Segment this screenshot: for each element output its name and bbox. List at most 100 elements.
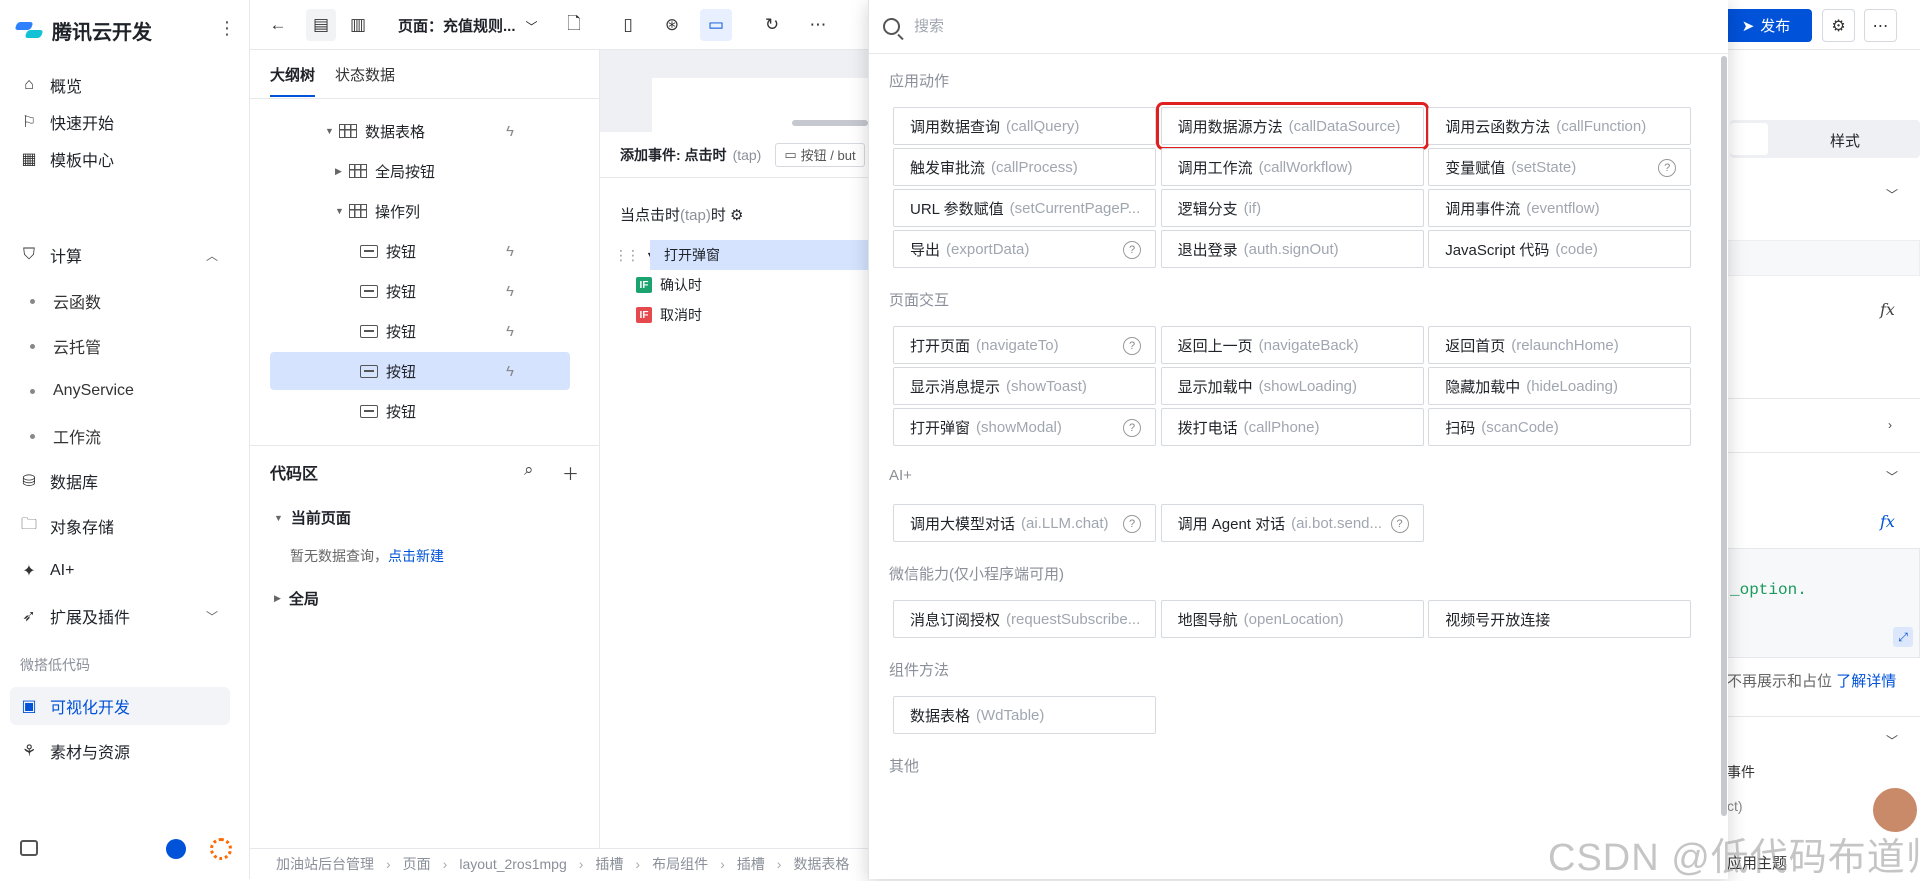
event-bolt-icon[interactable]: ϟ xyxy=(506,243,514,260)
action-option[interactable]: 退出登录 (auth.signOut) xyxy=(1160,230,1424,268)
chevron-down-icon[interactable]: ﹀ xyxy=(1886,468,1898,485)
tab-style[interactable]: 样式 xyxy=(1830,130,1860,151)
action-option[interactable]: 逻辑分支 (if) xyxy=(1160,189,1424,227)
layout-icon[interactable]: ▥ xyxy=(342,9,374,41)
action-option[interactable]: 触发审批流 (callProcess) xyxy=(893,148,1156,186)
component-chip[interactable]: ▭ 按钮 / but xyxy=(775,142,865,167)
tab-outline-tree[interactable]: 大纲树 xyxy=(270,64,316,97)
action-option[interactable]: 地图导航 (openLocation) xyxy=(1160,600,1424,638)
mobile-view-icon[interactable]: ▯ xyxy=(612,9,644,41)
action-option[interactable]: 显示消息提示 (showToast) xyxy=(893,367,1156,405)
brand[interactable]: 腾讯云开发 xyxy=(14,14,152,46)
action-option[interactable]: JavaScript 代码 (code) xyxy=(1428,230,1692,268)
collapse-sidebar-icon[interactable] xyxy=(20,840,38,856)
publish-button[interactable]: ➤ 发布 xyxy=(1720,9,1812,42)
nav-sub-functions[interactable]: 云函数 xyxy=(30,284,101,318)
help-icon[interactable]: ? xyxy=(1658,159,1677,177)
action-option[interactable]: 调用数据查询 (callQuery) xyxy=(893,107,1156,145)
add-icon[interactable]: ＋ xyxy=(562,460,579,485)
new-page-icon[interactable]: 🗋 xyxy=(558,9,590,41)
action-option[interactable]: 拨打电话 (callPhone) xyxy=(1160,408,1424,446)
breadcrumb-item[interactable]: 布局组件 xyxy=(652,854,708,874)
tree-node-button-selected[interactable]: 按钮 ϟ xyxy=(270,352,570,390)
action-option[interactable]: 打开页面 (navigateTo)? xyxy=(893,326,1156,364)
expand-icon[interactable]: ⤢ xyxy=(1893,627,1913,647)
horizontal-scrollbar[interactable] xyxy=(792,120,868,126)
nav-sub-cloudrun[interactable]: 云托管 xyxy=(30,329,101,363)
nav-item-visual-dev[interactable]: ▣ 可视化开发 xyxy=(10,687,230,725)
breadcrumb-item[interactable]: layout_2ros1mpg xyxy=(459,856,566,872)
settings-icon[interactable]: ⚙ xyxy=(1822,9,1855,42)
tree-node-button[interactable]: 按钮 ϟ xyxy=(270,312,570,350)
chevron-right-icon[interactable]: › xyxy=(1888,418,1892,432)
action-option[interactable]: 显示加载中 (showLoading) xyxy=(1160,367,1424,405)
help-icon[interactable]: ? xyxy=(1123,515,1141,533)
chevron-down-icon[interactable]: ﹀ xyxy=(1886,186,1898,203)
refresh-icon[interactable]: ↻ xyxy=(756,9,788,41)
flow-action-open-modal[interactable]: 打开弹窗 xyxy=(650,240,868,270)
code-group-global[interactable]: ▶ 全局 xyxy=(274,588,319,609)
formula-fx-icon[interactable]: fx xyxy=(1880,300,1895,319)
learn-more-link[interactable]: 了解详情 xyxy=(1836,673,1896,690)
action-search-input[interactable] xyxy=(914,18,1514,35)
action-option[interactable]: 变量赋值 (setState)? xyxy=(1428,148,1692,186)
action-option[interactable]: 调用事件流 (eventflow) xyxy=(1428,189,1692,227)
action-option[interactable]: 打开弹窗 (showModal)? xyxy=(893,408,1156,446)
action-option[interactable]: 调用工作流 (callWorkflow) xyxy=(1160,148,1424,186)
nav-item-templates[interactable]: ▦ 模板中心 xyxy=(10,140,230,178)
more-horizontal-icon[interactable]: ⋯ xyxy=(802,9,834,41)
page-list-icon[interactable]: ▤ xyxy=(306,9,336,41)
flow-branch-confirm[interactable]: IF 确认时 xyxy=(636,270,702,300)
action-option[interactable]: 返回首页 (relaunchHome) xyxy=(1428,326,1692,364)
nav-item-storage[interactable]: 🗀 对象存储 xyxy=(10,507,230,545)
flow-branch-cancel[interactable]: IF 取消时 xyxy=(636,300,702,330)
more-options-icon[interactable]: ⋯ xyxy=(1864,9,1897,42)
action-option[interactable]: 数据表格 (WdTable) xyxy=(893,696,1156,734)
tree-node-data-table[interactable]: ▼ 数据表格 ϟ xyxy=(270,112,570,150)
desktop-view-icon[interactable]: ▭ xyxy=(700,9,732,41)
page-selector[interactable]: 页面：充值规则... ﹀ xyxy=(398,15,538,36)
nav-sub-workflow[interactable]: 工作流 xyxy=(30,419,101,453)
flow-drag-handle[interactable]: ⋮⋮▼ xyxy=(614,240,655,270)
drag-handle-icon[interactable]: ⋮⋮ xyxy=(614,247,640,264)
breadcrumb-item[interactable]: 插槽 xyxy=(737,854,765,874)
action-option[interactable]: 返回上一页 (navigateBack) xyxy=(1160,326,1424,364)
event-bolt-icon[interactable]: ϟ xyxy=(506,283,514,300)
tab-properties[interactable] xyxy=(1730,123,1768,155)
tree-node-action-column[interactable]: ▼ 操作列 xyxy=(270,192,570,230)
settings-icon[interactable]: ⚙ xyxy=(730,207,743,224)
help-icon[interactable]: ? xyxy=(1123,419,1141,437)
action-option[interactable]: 调用 Agent 对话 (ai.bot.send...? xyxy=(1160,504,1424,542)
tree-node-button[interactable]: 按钮 xyxy=(270,392,570,430)
breadcrumb-item[interactable]: 页面 xyxy=(403,854,431,874)
nav-item-assets[interactable]: ⚘ 素材与资源 xyxy=(10,732,230,770)
event-bolt-icon[interactable]: ϟ xyxy=(506,123,514,140)
more-vertical-icon[interactable]: ⋮ xyxy=(218,18,236,39)
user-avatar-icon[interactable] xyxy=(166,839,186,859)
vertical-scrollbar[interactable] xyxy=(1721,56,1727,816)
nav-item-compute[interactable]: ⛉ 计算 ︿ xyxy=(10,236,230,274)
event-bolt-icon[interactable]: ϟ xyxy=(506,363,514,380)
chevron-down-icon[interactable]: ﹀ xyxy=(1886,732,1898,749)
assistant-icon[interactable] xyxy=(210,838,232,860)
action-option[interactable]: 消息订阅授权 (requestSubscribe... xyxy=(893,600,1156,638)
tree-node-button[interactable]: 按钮 ϟ xyxy=(270,232,570,270)
breadcrumb-item[interactable]: 插槽 xyxy=(595,854,623,874)
search-icon[interactable]: ⌕ xyxy=(524,460,534,480)
action-option[interactable]: 隐藏加载中 (hideLoading) xyxy=(1428,367,1692,405)
action-option[interactable]: 扫码 (scanCode) xyxy=(1428,408,1692,446)
create-query-link[interactable]: 点击新建 xyxy=(388,548,444,564)
formula-fx-icon[interactable]: fx xyxy=(1880,512,1895,531)
action-option[interactable]: 调用大模型对话 (ai.LLM.chat)? xyxy=(893,504,1156,542)
code-group-current-page[interactable]: ▼ 当前页面 xyxy=(274,507,351,528)
nav-item-extensions[interactable]: ➶ 扩展及插件 ﹀ xyxy=(10,597,230,635)
action-option-highlighted[interactable]: 调用数据源方法 (callDataSource) xyxy=(1155,102,1429,150)
nav-sub-anyservice[interactable]: AnyService xyxy=(30,374,134,408)
nav-item-ai[interactable]: ✦ AI+ xyxy=(10,552,230,590)
code-expression-box[interactable]: _option. ⤢ xyxy=(1727,548,1920,658)
help-icon[interactable]: ? xyxy=(1123,241,1141,259)
tab-state-data[interactable]: 状态数据 xyxy=(335,64,395,97)
help-icon[interactable]: ? xyxy=(1123,337,1141,355)
help-icon[interactable]: ? xyxy=(1390,515,1409,533)
action-option[interactable]: 视频号开放连接 xyxy=(1428,600,1692,638)
